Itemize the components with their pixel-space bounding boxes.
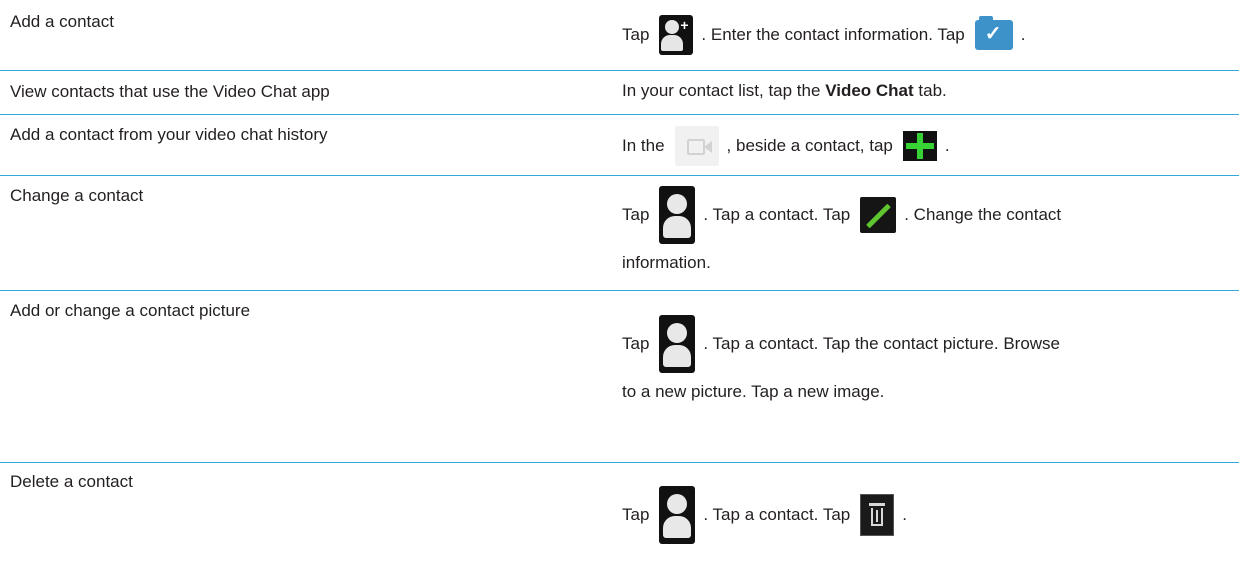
- task-add-contact: Add a contact: [10, 12, 114, 31]
- contacts-icon: [659, 486, 696, 544]
- save-icon: ✓: [974, 16, 1013, 50]
- video-chat-icon: [674, 126, 719, 166]
- row-separator: [0, 70, 1239, 71]
- steps-add-from-history: In the , beside a contact, tap .: [622, 122, 1222, 170]
- plus-icon: [902, 131, 937, 161]
- steps-change-contact-picture: Tap . Tap a contact. Tap the contact pic…: [622, 315, 1222, 411]
- row-separator: [0, 175, 1239, 176]
- task-view-video-chat-contacts: View contacts that use the Video Chat ap…: [10, 82, 330, 101]
- task-add-from-history: Add a contact from your video chat histo…: [10, 125, 328, 144]
- add-contact-icon: +: [659, 15, 694, 55]
- contacts-icon: [659, 315, 696, 373]
- row-separator: [0, 462, 1239, 463]
- steps-view-video-chat-contacts: In your contact list, tap the Video Chat…: [622, 81, 947, 100]
- edit-icon: [860, 197, 897, 233]
- steps-add-contact: Tap + . Enter the contact information. T…: [622, 15, 1222, 55]
- task-delete-contact: Delete a contact: [10, 472, 133, 491]
- row-separator: [0, 114, 1239, 115]
- steps-delete-contact: Tap . Tap a contact. Tap .: [622, 486, 1222, 544]
- steps-change-contact: Tap . Tap a contact. Tap . Change the co…: [622, 186, 1222, 282]
- row-separator: [0, 290, 1239, 291]
- trash-icon: [860, 494, 895, 536]
- instruction-table: Add a contact Tap + . Enter the contact …: [0, 0, 1239, 568]
- contacts-icon: [659, 186, 696, 244]
- task-change-contact: Change a contact: [10, 186, 144, 205]
- task-change-contact-picture: Add or change a contact picture: [10, 301, 251, 320]
